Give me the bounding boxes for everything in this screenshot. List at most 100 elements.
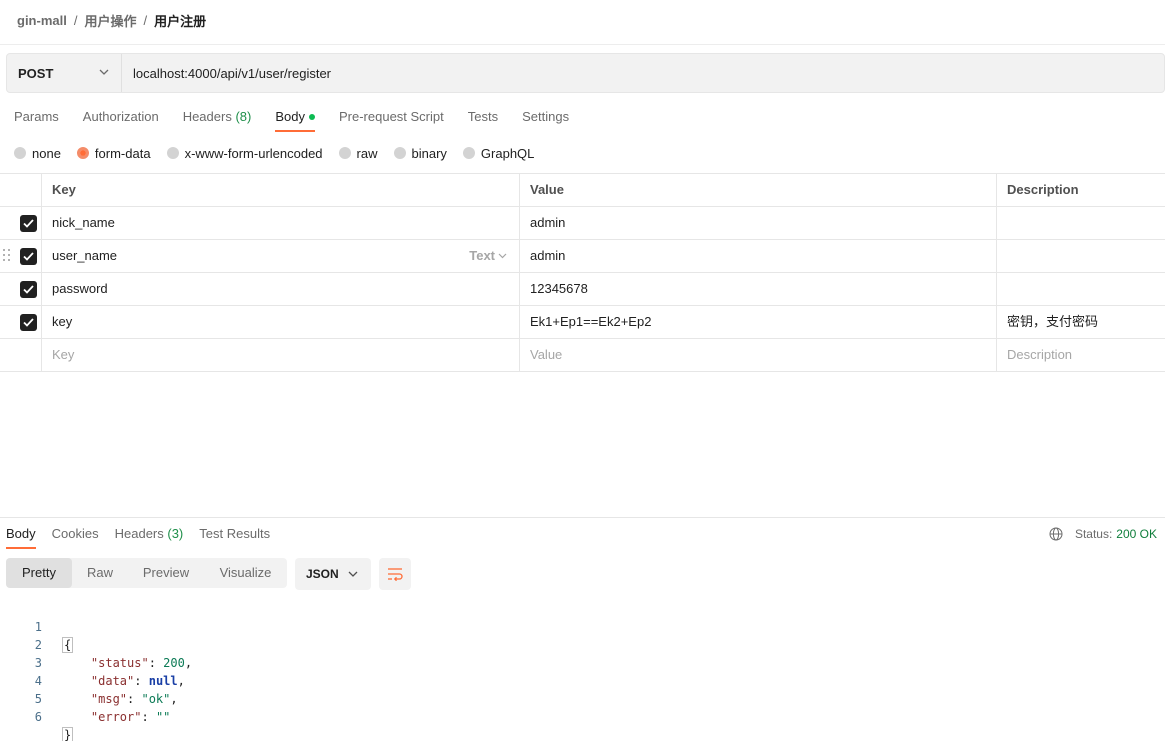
value-cell[interactable]: Ek1+Ep1==Ek2+Ep2: [521, 306, 997, 338]
radio-label: binary: [411, 145, 447, 161]
tab-body[interactable]: Body: [275, 109, 315, 133]
row-checkbox[interactable]: [20, 314, 37, 331]
description-cell[interactable]: [998, 240, 1165, 272]
status-dot-icon: [308, 113, 315, 120]
key-input[interactable]: Key: [43, 339, 520, 371]
response-tab-body[interactable]: Body: [6, 526, 36, 550]
tab-label: Test Results: [199, 526, 271, 541]
code-line: 4 "msg": "ok",: [0, 654, 1165, 706]
value-cell[interactable]: 12345678: [521, 273, 997, 305]
wrap-lines-button[interactable]: [379, 558, 411, 590]
form-data-table: Key Value Description nick_name admin us…: [0, 173, 1165, 372]
tab-count: (8): [235, 109, 252, 124]
key-type-label: Text: [469, 248, 495, 263]
radio-icon: [338, 147, 351, 159]
body-type-selector: none form-data x-www-form-urlencoded raw…: [14, 145, 550, 161]
radio-label: none: [32, 145, 61, 161]
checkmark-icon: [23, 285, 34, 294]
response-tab-cookies[interactable]: Cookies: [52, 526, 99, 550]
radio-icon: [462, 147, 475, 159]
column-header-key: Key: [43, 174, 520, 206]
tab-params[interactable]: Params: [14, 109, 59, 133]
radio-label: x-www-form-urlencoded: [184, 145, 323, 161]
format-select[interactable]: JSON: [295, 558, 371, 590]
format-label: JSON: [306, 567, 339, 581]
view-mode-visualize[interactable]: Visualize: [204, 558, 287, 588]
key-cell[interactable]: password: [43, 273, 520, 305]
tab-pre-request-script[interactable]: Pre-request Script: [339, 109, 444, 133]
chevron-down-icon: [99, 69, 109, 75]
checkmark-icon: [23, 219, 34, 228]
view-mode-pretty[interactable]: Pretty: [6, 558, 72, 588]
wrap-lines-icon: [388, 568, 403, 581]
breadcrumb-current-request[interactable]: 用户注册: [154, 11, 206, 30]
code-line: 5 "error": "": [0, 672, 1165, 724]
body-type-none[interactable]: none: [14, 146, 61, 161]
request-tabs: Params Authorization Headers (8) Body Pr…: [14, 109, 593, 133]
view-mode-raw[interactable]: Raw: [72, 558, 128, 588]
check-cell: [0, 306, 42, 338]
status-code[interactable]: 200 OK: [1116, 527, 1157, 541]
response-tabs: Body Cookies Headers (3) Test Results: [6, 526, 286, 550]
value-cell[interactable]: admin: [521, 207, 997, 239]
column-header-description: Description: [1007, 182, 1079, 197]
row-checkbox[interactable]: [20, 215, 37, 232]
check-cell: [0, 339, 42, 371]
key-cell[interactable]: user_name Text: [43, 240, 520, 272]
tab-tests[interactable]: Tests: [468, 109, 498, 133]
tab-label: Headers: [114, 526, 164, 541]
description-input[interactable]: Description: [998, 339, 1165, 371]
body-type-urlencoded[interactable]: x-www-form-urlencoded: [166, 145, 323, 161]
response-tab-headers[interactable]: Headers (3): [115, 526, 184, 550]
drag-handle-icon[interactable]: [3, 249, 11, 263]
breadcrumb-workspace[interactable]: gin-mall: [17, 13, 67, 28]
body-type-graphql[interactable]: GraphQL: [462, 145, 535, 161]
table-row: password 12345678: [0, 273, 1165, 306]
check-cell: [0, 207, 42, 239]
value-cell[interactable]: admin: [521, 240, 997, 272]
body-type-form-data[interactable]: form-data: [76, 146, 151, 161]
header-check-cell: [0, 174, 42, 206]
tab-label: Headers: [182, 109, 232, 124]
body-type-raw[interactable]: raw: [338, 146, 378, 161]
status-label: Status:: [1074, 527, 1113, 541]
radio-icon: [166, 147, 179, 159]
tab-settings[interactable]: Settings: [522, 109, 569, 133]
table-row: user_name Text admin: [0, 240, 1165, 273]
chevron-down-icon: [498, 253, 507, 259]
response-status: Status: 200 OK: [1049, 526, 1157, 542]
radio-label: GraphQL: [480, 145, 535, 161]
response-tab-test-results[interactable]: Test Results: [199, 526, 270, 550]
key-type-select[interactable]: Text: [469, 240, 507, 272]
response-divider[interactable]: [0, 517, 1165, 518]
radio-selected-icon: [76, 147, 89, 159]
key-text: user_name: [52, 248, 118, 263]
value-input[interactable]: Value: [521, 339, 997, 371]
key-cell[interactable]: nick_name: [43, 207, 520, 239]
globe-icon[interactable]: [1049, 527, 1063, 541]
radio-icon: [393, 147, 406, 159]
key-cell[interactable]: key: [43, 306, 520, 338]
description-cell[interactable]: 密钥，支付密码: [998, 306, 1165, 338]
body-type-binary[interactable]: binary: [393, 145, 447, 161]
url-input[interactable]: localhost:4000/api/v1/user/register: [122, 66, 331, 81]
table-row-new: Key Value Description: [0, 339, 1165, 372]
tab-label: Pre-request Script: [338, 109, 444, 124]
tab-headers[interactable]: Headers (8): [183, 109, 252, 133]
url-bar: POST localhost:4000/api/v1/user/register: [6, 53, 1165, 93]
breadcrumb-folder[interactable]: 用户操作: [84, 11, 136, 30]
tab-label: Params: [14, 109, 59, 124]
json-close-brace[interactable]: }: [62, 727, 74, 741]
tab-label: Authorization: [82, 109, 159, 124]
tab-authorization[interactable]: Authorization: [83, 109, 159, 133]
row-checkbox[interactable]: [20, 281, 37, 298]
view-mode-preview[interactable]: Preview: [128, 558, 204, 588]
method-select[interactable]: POST: [7, 54, 122, 92]
code-line: 6 }: [0, 690, 1165, 741]
description-cell[interactable]: [998, 273, 1165, 305]
code-line: 2 "status": 200,: [0, 618, 1165, 670]
description-cell[interactable]: [998, 207, 1165, 239]
response-body-viewer[interactable]: 1 { 2 "status": 200, 3 "data": null, 4 "…: [0, 600, 1165, 741]
table-row: nick_name admin: [0, 207, 1165, 240]
row-checkbox[interactable]: [20, 248, 37, 265]
